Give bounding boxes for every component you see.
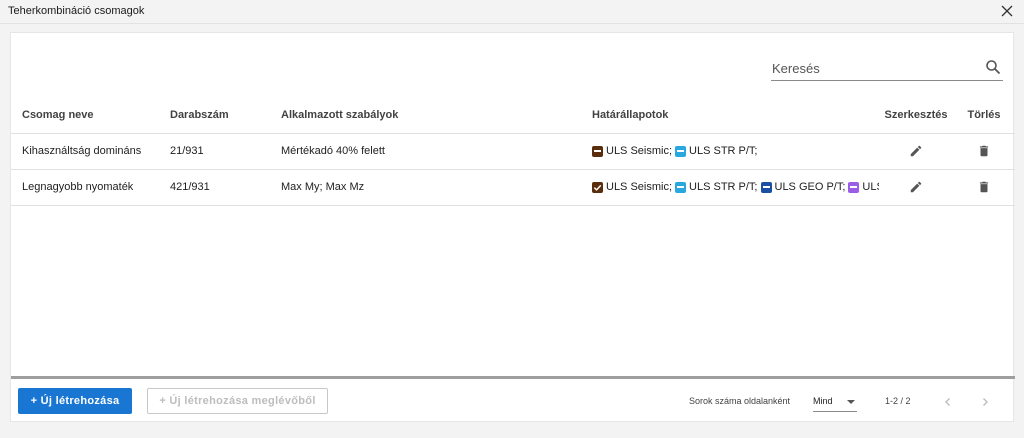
caret-down-icon: [847, 400, 855, 404]
limit-state-checkbox[interactable]: [592, 181, 603, 193]
package-count: 421/931: [159, 169, 270, 206]
limit-state-label: ULS STR P/T;: [689, 181, 758, 193]
table-footer: + Új létrehozása + Új létrehozása meglév…: [11, 376, 1015, 422]
limit-state-chip: ULS Seismic;: [592, 181, 672, 193]
limit-state-checkbox[interactable]: [760, 181, 772, 193]
package-rules: Max My; Max Mz: [270, 169, 581, 206]
column-header-delete: Törlés: [953, 97, 1015, 134]
close-icon[interactable]: [998, 2, 1016, 20]
limit-state-checkbox[interactable]: [592, 145, 603, 157]
main-panel: Csomag neve Darabszám Alkalmazott szabál…: [10, 32, 1015, 422]
delete-cell: [953, 169, 1015, 206]
chevron-left-icon[interactable]: [939, 393, 957, 411]
column-header-limit-states[interactable]: Határállapotok: [581, 97, 879, 134]
search-input[interactable]: [771, 59, 981, 77]
package-count: 21/931: [159, 133, 270, 170]
trash-icon[interactable]: [975, 178, 993, 196]
package-limit-states: ULS Seismic; ULS STR P/T;: [581, 133, 879, 170]
column-header-edit: Szerkesztés: [879, 97, 953, 134]
packages-table: Csomag neve Darabszám Alkalmazott szabál…: [11, 97, 1015, 206]
limit-state-chip: ULS STR P/T;: [675, 181, 758, 193]
pagination-range: 1-2 / 2: [885, 396, 911, 406]
table-row[interactable]: Kihasználtság domináns 21/931 Mértékadó …: [11, 133, 1015, 170]
rows-per-page-label: Sorok száma oldalanként: [689, 396, 791, 406]
edit-cell: [879, 169, 953, 206]
limit-state-label: ULS GEO P/T;: [774, 181, 846, 193]
edit-cell: [879, 133, 953, 170]
limit-state-checkbox[interactable]: [675, 181, 687, 193]
column-header-name[interactable]: Csomag neve: [11, 97, 159, 134]
limit-state-chip: ULS STR P/T;: [675, 145, 758, 157]
limit-state-label: ULS Seismic;: [606, 145, 673, 157]
table-row[interactable]: Legnagyobb nyomaték 421/931 Max My; Max …: [11, 169, 1015, 206]
pencil-icon[interactable]: [907, 178, 925, 196]
trash-icon[interactable]: [975, 142, 993, 160]
package-name: Kihasználtság domináns: [11, 133, 159, 170]
search-field[interactable]: [771, 55, 1003, 81]
package-limit-states: ULS Seismic; ULS STR P/T; ULS GEO P/T; U…: [581, 169, 879, 206]
package-name: Legnagyobb nyomaték: [11, 169, 159, 206]
rows-per-page-value: Mind: [813, 396, 833, 406]
pencil-icon[interactable]: [907, 142, 925, 160]
rows-per-page-select[interactable]: Mind: [813, 392, 857, 412]
new-package-button[interactable]: + Új létrehozása: [18, 388, 132, 414]
table-header-row: Csomag neve Darabszám Alkalmazott szabál…: [11, 97, 1015, 134]
column-header-count[interactable]: Darabszám: [159, 97, 270, 134]
new-from-existing-button[interactable]: + Új létrehozása meglévőből: [147, 388, 328, 414]
limit-state-chip: ULS Seismic;: [592, 145, 672, 157]
delete-cell: [953, 133, 1015, 170]
limit-state-label: ULS...: [862, 181, 879, 193]
limit-state-chip: ULS GEO P/T;: [760, 181, 846, 193]
title-bar: Teherkombináció csomagok: [0, 0, 1024, 24]
chevron-right-icon[interactable]: [976, 393, 994, 411]
package-rules: Mértékadó 40% felett: [270, 133, 581, 170]
search-icon[interactable]: [985, 59, 1001, 75]
limit-state-label: ULS Seismic;: [606, 181, 673, 193]
limit-state-chip: ULS...: [848, 181, 879, 193]
column-header-rules[interactable]: Alkalmazott szabályok: [270, 97, 581, 134]
limit-state-label: ULS STR P/T;: [689, 145, 758, 157]
window-title: Teherkombináció csomagok: [8, 5, 145, 17]
limit-state-checkbox[interactable]: [675, 145, 687, 157]
limit-state-checkbox[interactable]: [848, 181, 860, 193]
